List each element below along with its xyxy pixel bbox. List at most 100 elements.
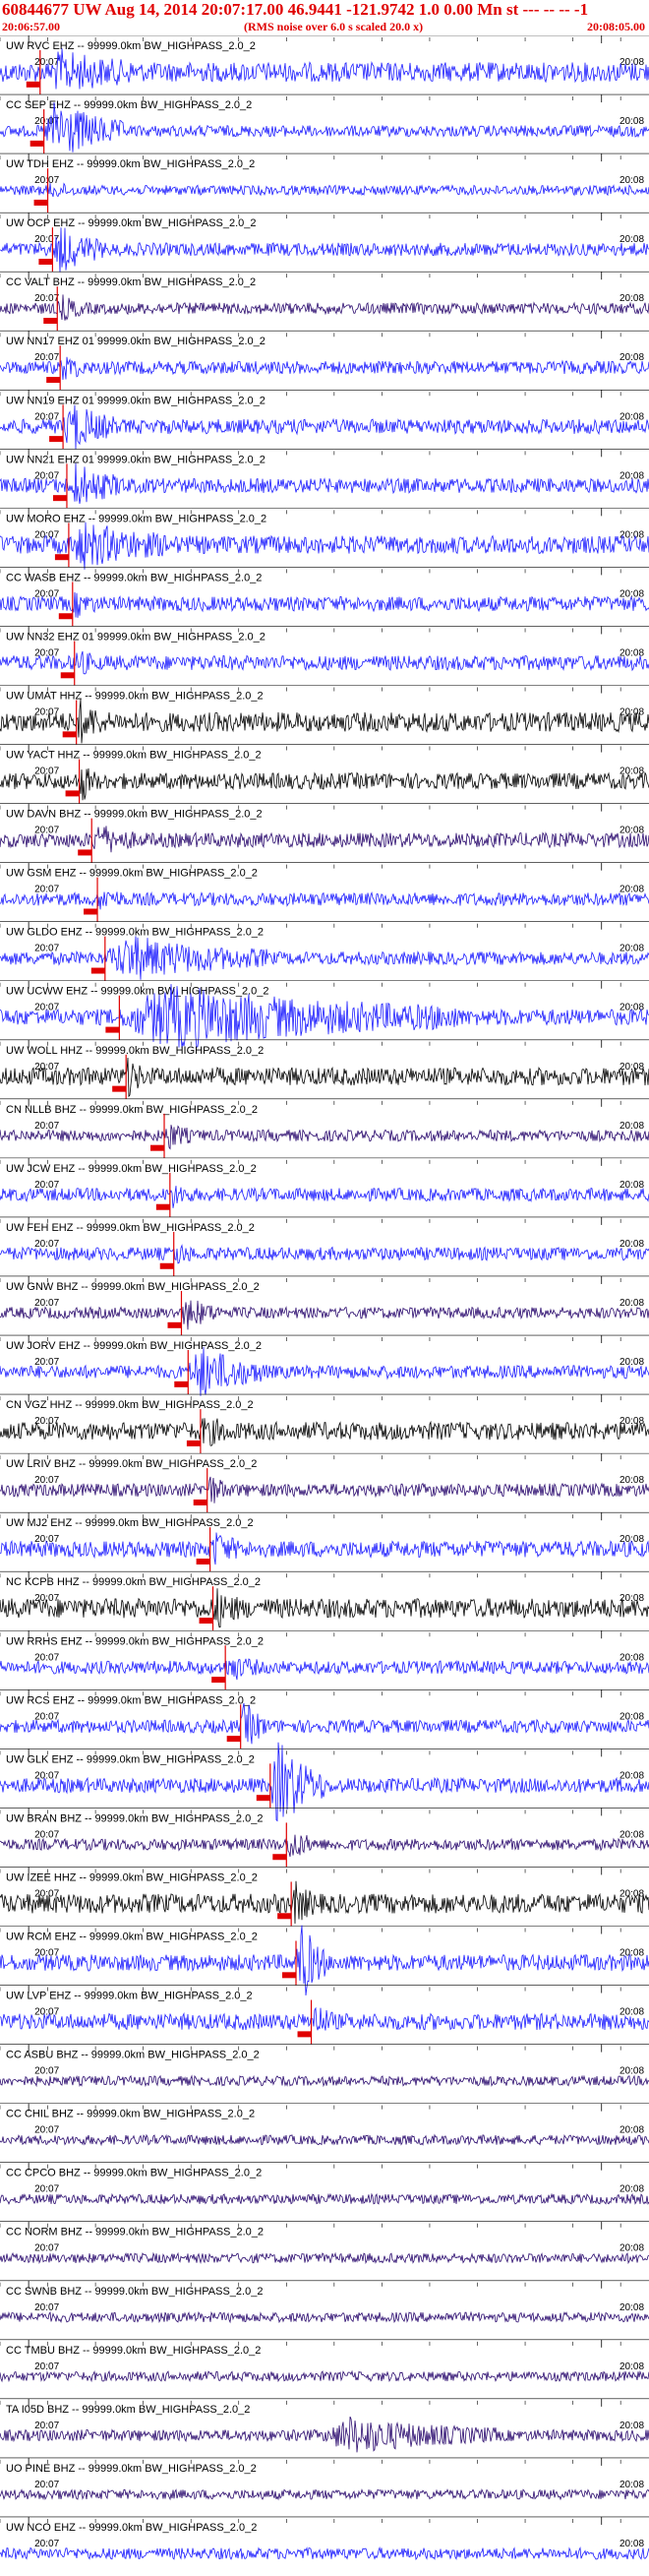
waveform-line (0, 1588, 649, 1628)
pick-marker (211, 1677, 226, 1684)
minute-label-2008: 20:08 (620, 1298, 644, 1309)
minute-label-2007: 20:07 (34, 57, 59, 68)
minute-label-2008: 20:08 (620, 234, 644, 245)
minute-label-2008: 20:08 (620, 2243, 644, 2254)
minute-label-2008: 20:08 (620, 707, 644, 718)
minute-label-2008: 20:08 (620, 529, 644, 540)
trace-31: UW IZEE HHZ -- 99999.0km BW_HIGHPASS_2.0… (0, 1867, 649, 1927)
pick-marker (62, 731, 77, 738)
minute-label-2008: 20:08 (620, 1003, 644, 1013)
station-label: UW LVP EHZ -- 99999.0km BW_HIGHPASS_2.0_… (6, 1991, 253, 2002)
trace-17: UW WOLL HHZ -- 99999.0km BW_HIGHPASS_2.0… (0, 1039, 649, 1099)
trace-25: UW MJ2 EHZ -- 99999.0km BW_HIGHPASS_2.0_… (0, 1511, 649, 1572)
minute-label-2007: 20:07 (34, 411, 59, 422)
minute-label-2007: 20:07 (34, 175, 59, 186)
pick-marker (297, 2031, 312, 2038)
station-label: UW FEH EHZ -- 99999.0km BW_HIGHPASS_2.0_… (6, 1222, 255, 1234)
waveform-line (0, 2416, 649, 2453)
pick-marker (33, 199, 48, 206)
minute-label-2008: 20:08 (620, 885, 644, 895)
waveform-line (0, 591, 649, 618)
waveform-line (0, 2074, 649, 2088)
station-label: UW WOLL HHZ -- 99999.0km BW_HIGHPASS_2.0… (6, 1045, 264, 1057)
minute-label-2008: 20:08 (620, 352, 644, 363)
trace-39: CC TMBU BHZ -- 99999.0km BW_HIGHPASS_2.0… (0, 2339, 649, 2383)
trace-10: UW NN32 EHZ 01 99999.0km BW_HIGHPASS_2.0… (0, 626, 649, 686)
minute-label-2007: 20:07 (34, 2243, 59, 2254)
minute-label-2007: 20:07 (34, 1121, 59, 1132)
minute-label-2008: 20:08 (620, 293, 644, 304)
pick-marker (105, 1026, 120, 1033)
waveform-line (0, 356, 649, 381)
trace-28: UW RCS EHZ -- 99999.0km BW_HIGHPASS_2.0_… (0, 1689, 649, 1749)
waveform-line (0, 2006, 649, 2031)
minute-label-2007: 20:07 (34, 1003, 59, 1013)
minute-label-2007: 20:07 (34, 826, 59, 836)
waveform-line (0, 1244, 649, 1264)
waveform-line (0, 2369, 649, 2383)
minute-label-2008: 20:08 (620, 2007, 644, 2018)
chart-title: 60844677 UW Aug 14, 2014 20:07:17.00 46.… (2, 0, 589, 19)
waveform-line (0, 1658, 649, 1681)
pick-marker (272, 1854, 287, 1861)
trace-37: CC NORM BHZ -- 99999.0km BW_HIGHPASS_2.0… (0, 2221, 649, 2265)
pick-marker (52, 495, 67, 502)
trace-14: UW GSM EHZ -- 99999.0km BW_HIGHPASS_2.0_… (0, 862, 649, 922)
minute-label-2007: 20:07 (34, 1239, 59, 1250)
pick-marker (30, 140, 44, 147)
minute-label-2008: 20:08 (620, 1534, 644, 1545)
station-label: CC NORM BHZ -- 99999.0km BW_HIGHPASS_2.0… (6, 2227, 264, 2239)
minute-label-2007: 20:07 (34, 293, 59, 304)
station-label: TA I05D BHZ -- 99999.0km BW_HIGHPASS_2.0… (6, 2404, 250, 2416)
station-label: UW LRIV BHZ -- 99999.0km BW_HIGHPASS_2.0… (6, 1458, 257, 1470)
waveform-line (0, 1186, 649, 1208)
waveform-line (0, 699, 649, 744)
waveform-line (0, 1125, 649, 1150)
minute-label-2008: 20:08 (620, 1947, 644, 1958)
pick-marker (78, 849, 92, 856)
trace-38: CC SWNB BHZ -- 99999.0km BW_HIGHPASS_2.0… (0, 2280, 649, 2324)
minute-label-2007: 20:07 (34, 647, 59, 658)
trace-1: CC SEP EHZ -- 99999.0km BW_HIGHPASS_2.0_… (0, 93, 649, 154)
pick-marker (193, 1499, 207, 1505)
trace-27: UW RRHS EHZ -- 99999.0km BW_HIGHPASS_2.0… (0, 1629, 649, 1690)
minute-label-2007: 20:07 (34, 2480, 59, 2490)
waveform-line (0, 1346, 649, 1396)
waveform-line (0, 48, 649, 90)
waveform-line (0, 462, 649, 504)
minute-label-2008: 20:08 (620, 2361, 644, 2372)
station-label: UW MJ2 EHZ -- 99999.0km BW_HIGHPASS_2.0_… (6, 1517, 254, 1529)
minute-label-2007: 20:07 (34, 2184, 59, 2195)
pick-marker (277, 1913, 292, 1920)
pick-marker (159, 1262, 174, 1269)
station-label: UW OCP EHZ -- 99999.0km BW_HIGHPASS_2.0_… (6, 217, 257, 229)
station-label: UW GLDO EHZ -- 99999.0km BW_HIGHPASS_2.0… (6, 927, 264, 939)
station-label: CC WASB EHZ -- 99999.0km BW_HIGHPASS_2.0… (6, 572, 262, 583)
minute-label-2008: 20:08 (620, 1180, 644, 1191)
pick-marker (54, 554, 69, 561)
station-label: UW NCO EHZ -- 99999.0km BW_HIGHPASS_2.0_… (6, 2522, 257, 2534)
waveform-line (0, 521, 649, 570)
waveform-line (0, 767, 649, 801)
start-time: 20:06:57.00 (2, 20, 60, 33)
waveform-line (0, 1880, 649, 1925)
minute-label-2007: 20:07 (34, 1475, 59, 1486)
trace-34: CC ASBU BHZ -- 99999.0km BW_HIGHPASS_2.0… (0, 2044, 649, 2088)
minute-label-2007: 20:07 (34, 944, 59, 954)
waveform-line (0, 2310, 649, 2324)
seismogram-plot: UW RVC EHZ -- 99999.0km BW_HIGHPASS_2.0_… (0, 35, 649, 2561)
minute-label-2008: 20:08 (620, 2302, 644, 2313)
minute-label-2008: 20:08 (620, 1239, 644, 1250)
minute-label-2008: 20:08 (620, 1357, 644, 1368)
minute-label-2008: 20:08 (620, 2539, 644, 2549)
trace-29: UW GLK EHZ -- 99999.0km BW_HIGHPASS_2.0_… (0, 1742, 649, 1822)
trace-33: UW LVP EHZ -- 99999.0km BW_HIGHPASS_2.0_… (0, 1985, 649, 2045)
pick-marker (38, 258, 53, 265)
pick-marker (186, 1440, 201, 1446)
minute-label-2008: 20:08 (620, 2421, 644, 2431)
pick-marker (49, 436, 64, 443)
header: 60844677 UW Aug 14, 2014 20:07:17.00 46.… (0, 0, 649, 35)
station-label: UW GSM EHZ -- 99999.0km BW_HIGHPASS_2.0_… (6, 868, 258, 880)
minute-label-2007: 20:07 (34, 1298, 59, 1309)
minute-label-2008: 20:08 (620, 826, 644, 836)
